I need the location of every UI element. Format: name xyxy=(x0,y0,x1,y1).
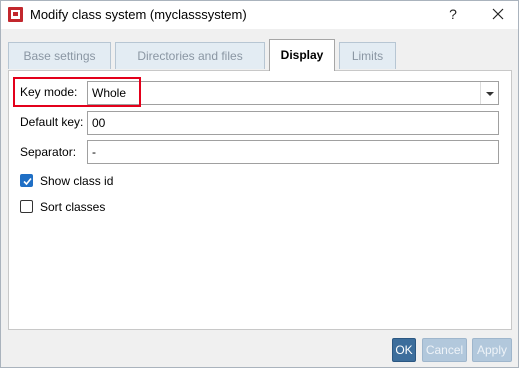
show-class-id-label: Show class id xyxy=(40,174,114,188)
title-bar: Modify class system (myclasssystem) ? xyxy=(1,1,518,29)
key-mode-dropdown[interactable]: Whole xyxy=(87,81,499,105)
default-key-label: Default key: xyxy=(20,115,84,129)
default-key-field[interactable] xyxy=(87,111,499,135)
ok-button[interactable]: OK xyxy=(392,338,416,362)
default-key-input[interactable] xyxy=(88,112,498,134)
sort-classes-checkbox[interactable] xyxy=(20,200,33,213)
close-icon xyxy=(492,8,504,20)
app-icon xyxy=(8,7,23,22)
separator-label: Separator: xyxy=(20,145,77,159)
key-mode-value: Whole xyxy=(92,86,127,100)
modify-class-system-dialog: Modify class system (myclasssystem) ? Ba… xyxy=(0,0,519,368)
cancel-button[interactable]: Cancel xyxy=(422,338,467,362)
key-mode-label: Key mode: xyxy=(20,85,78,99)
close-button[interactable] xyxy=(486,3,510,25)
tab-display[interactable]: Display xyxy=(269,39,335,71)
apply-button[interactable]: Apply xyxy=(472,338,512,362)
show-class-id-checkbox[interactable] xyxy=(20,174,33,187)
window-title: Modify class system (myclasssystem) xyxy=(30,7,247,22)
chevron-down-icon[interactable] xyxy=(480,82,498,104)
help-button[interactable]: ? xyxy=(441,3,465,25)
separator-field[interactable] xyxy=(87,140,499,164)
separator-input[interactable] xyxy=(88,141,498,163)
tab-directories-and-files[interactable]: Directories and files xyxy=(115,42,265,69)
sort-classes-label: Sort classes xyxy=(40,200,106,214)
display-settings-panel: Key mode: Whole Default key: Separator: … xyxy=(8,70,512,330)
checkmark-icon xyxy=(23,177,32,186)
tab-limits[interactable]: Limits xyxy=(339,42,396,69)
tab-base-settings[interactable]: Base settings xyxy=(8,42,111,69)
